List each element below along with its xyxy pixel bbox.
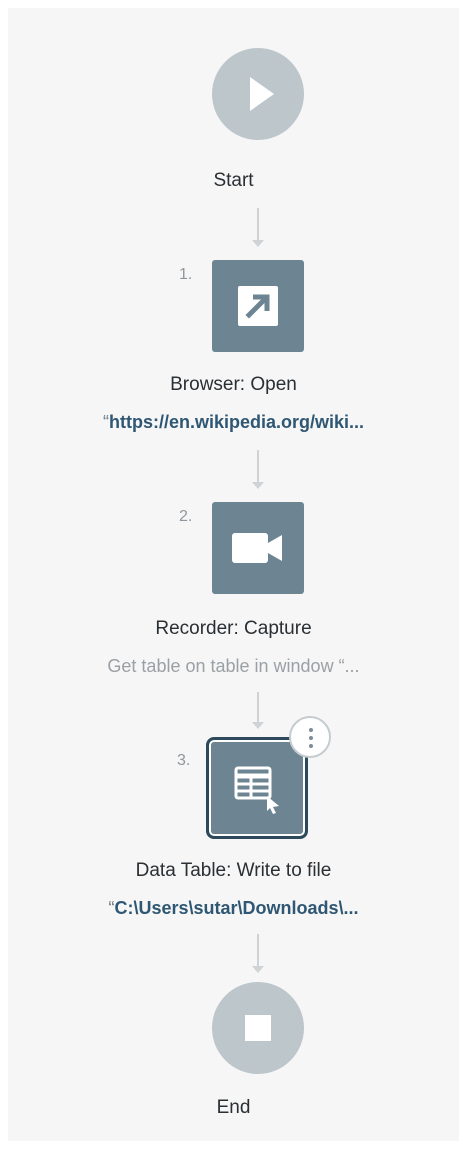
more-options-button[interactable] — [289, 716, 331, 758]
step-3-data-table-write[interactable] — [206, 737, 308, 839]
end-node[interactable] — [212, 982, 304, 1074]
kebab-dot-icon — [309, 728, 313, 732]
step-3-title: Data Table: Write to file — [135, 860, 332, 881]
connector-line — [257, 450, 259, 484]
step-3-path: C:\Users\sutar\Downloads\... — [114, 898, 359, 918]
end-label: End — [216, 1097, 251, 1118]
data-table-write-icon — [234, 766, 279, 814]
step-number: 3. — [177, 752, 191, 769]
step-number: 1. — [179, 266, 193, 283]
open-external-icon — [238, 286, 278, 326]
start-node[interactable] — [212, 48, 304, 140]
stop-icon — [245, 1015, 271, 1041]
video-camera-icon — [232, 533, 282, 563]
play-icon — [250, 77, 274, 111]
step-1-title: Browser: Open — [170, 374, 297, 395]
step-1-browser-open[interactable] — [212, 260, 304, 352]
step-2-title: Recorder: Capture — [155, 618, 312, 639]
step-2-recorder-capture[interactable] — [212, 502, 304, 594]
connector-line — [257, 208, 259, 242]
connector-line — [257, 934, 259, 968]
step-1-url: https://en.wikipedia.org/wiki... — [108, 412, 365, 432]
connector-line — [257, 692, 259, 724]
step-number: 2. — [179, 508, 193, 525]
connector-arrow-icon — [252, 240, 264, 247]
connector-arrow-icon — [252, 482, 264, 489]
step-1-subtitle: “https://en.wikipedia.org/wiki... — [0, 412, 467, 433]
step-3-subtitle: “C:\Users\sutar\Downloads\... — [0, 898, 467, 919]
kebab-dot-icon — [309, 736, 313, 740]
step-2-subtitle: Get table on table in window “... — [107, 656, 360, 676]
connector-arrow-icon — [252, 722, 264, 729]
connector-arrow-icon — [252, 966, 264, 973]
start-label: Start — [213, 170, 254, 191]
kebab-dot-icon — [309, 744, 313, 748]
